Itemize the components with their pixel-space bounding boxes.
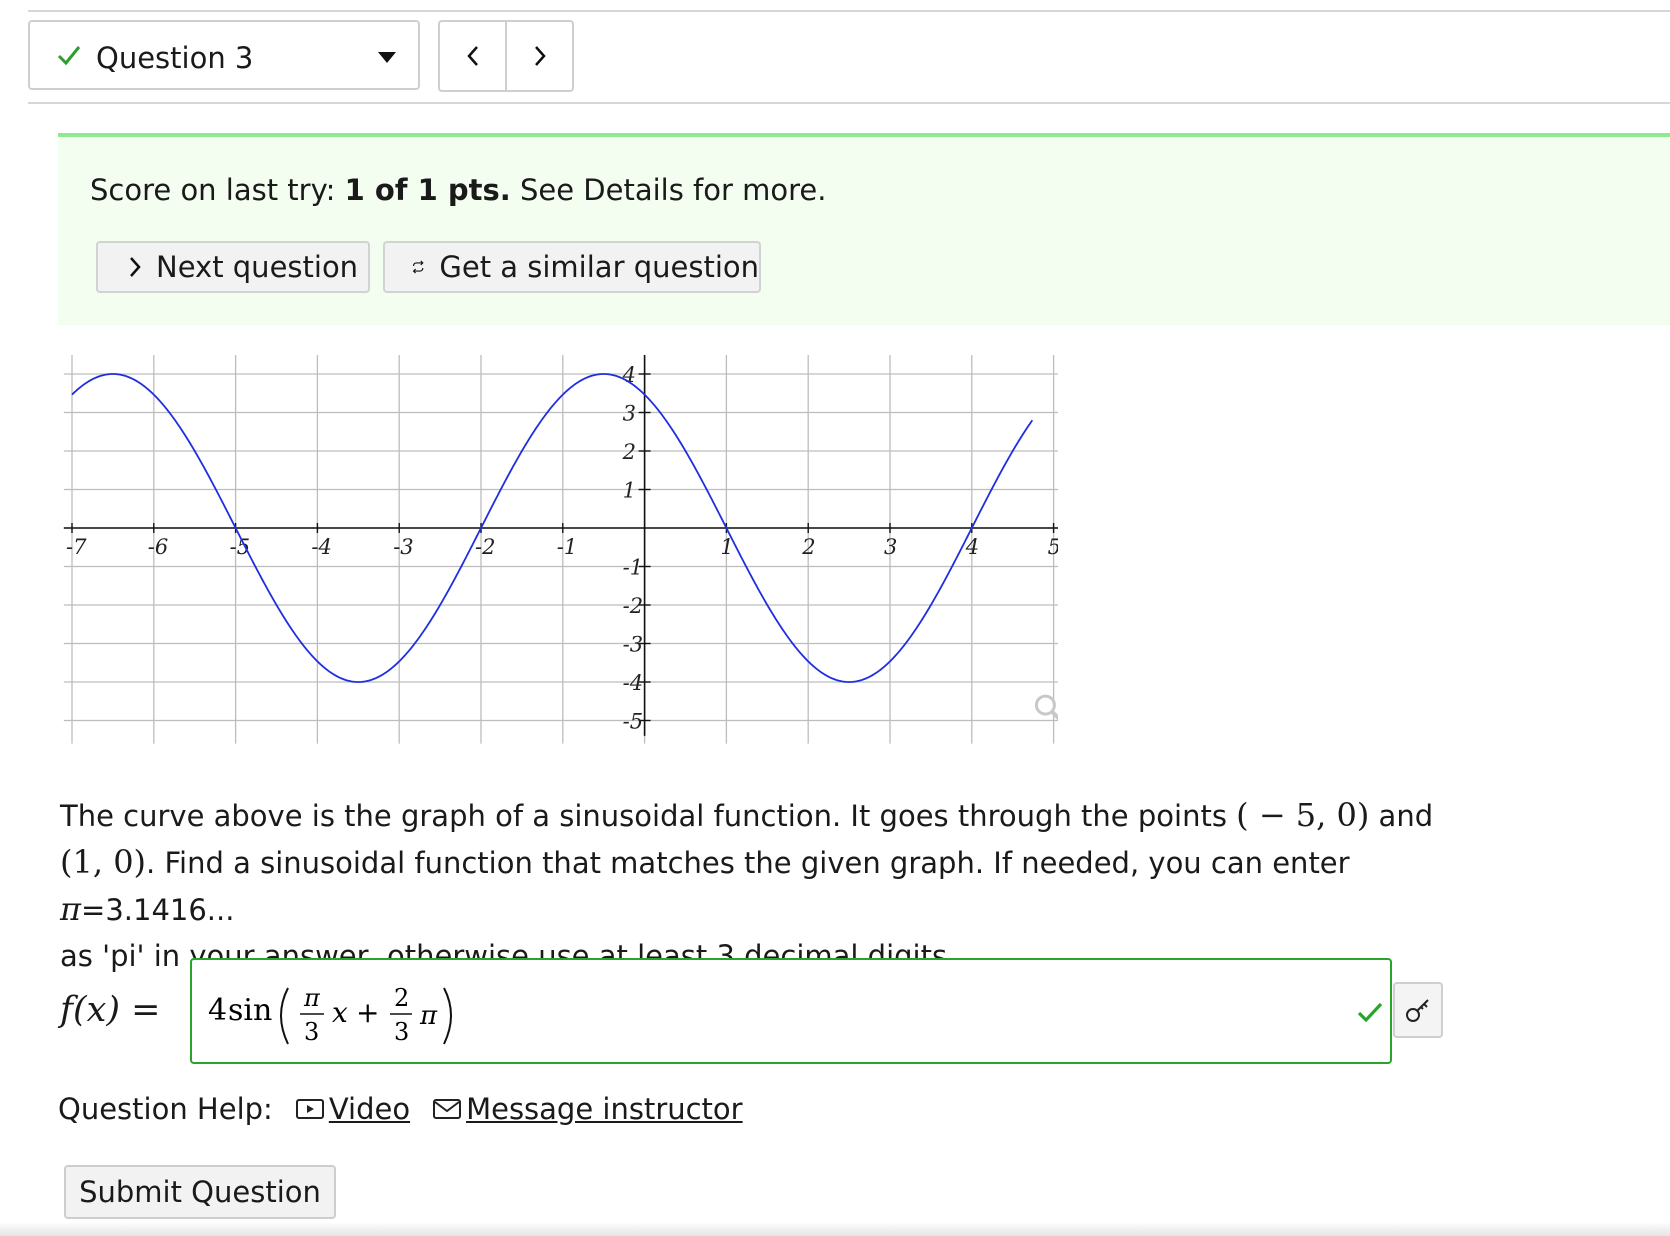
next-question-label: Next question [156, 250, 359, 284]
x-tick-label: -5 [230, 535, 250, 559]
next-question-nav-button[interactable] [505, 22, 572, 90]
message-instructor-label: Message instructor [466, 1092, 743, 1126]
question-select[interactable]: Question 3 [28, 20, 420, 90]
envelope-icon [433, 1099, 462, 1119]
video-icon [295, 1099, 324, 1119]
y-tick-label: -3 [623, 633, 643, 657]
caret-down-icon [378, 52, 396, 63]
x-tick-label: 5 [1048, 535, 1058, 559]
pi-term: π [419, 1001, 438, 1031]
x-tick-label: -7 [66, 535, 87, 559]
y-tick-label: -4 [623, 671, 643, 695]
point-2: (1, 0) [60, 843, 147, 881]
bottom-shadow [0, 1222, 1670, 1236]
x-tick-label: 3 [884, 535, 897, 559]
header-divider [28, 102, 1670, 104]
y-tick-label: -2 [623, 594, 643, 618]
check-icon [57, 46, 81, 66]
x-tick-label: -1 [557, 535, 577, 559]
score-panel: Score on last try: 1 of 1 pts. See Detai… [58, 133, 1670, 325]
pi-value: =3.1416... [81, 893, 235, 927]
fraction2-numerator: 2 [394, 984, 409, 1012]
message-instructor-link[interactable]: Message instructor [432, 1092, 743, 1126]
sin-function: sin [228, 993, 272, 1028]
similar-question-button[interactable]: Get a similar question [383, 241, 761, 293]
answer-input[interactable]: 4 sin π 3 x + 2 3 π [190, 958, 1392, 1064]
similar-question-label: Get a similar question [439, 250, 759, 284]
coefficient: 4 [208, 993, 227, 1028]
question-nav [438, 20, 574, 92]
function-label: f(x) = [60, 990, 160, 1030]
plus-sign: + [356, 996, 379, 1029]
submit-question-button[interactable]: Submit Question [64, 1165, 336, 1219]
score-suffix: See Details for more. [510, 173, 827, 207]
previous-question-button[interactable] [440, 22, 505, 90]
fraction2-denominator: 3 [394, 1018, 409, 1046]
question-text: The curve above is the graph of a sinuso… [60, 792, 1480, 979]
x-tick-label: -4 [311, 535, 331, 559]
x-tick-label: -6 [148, 535, 168, 559]
video-link[interactable]: Video [295, 1092, 410, 1126]
fraction1-denominator: 3 [304, 1018, 319, 1046]
chevron-right-icon [130, 257, 141, 277]
question-select-label: Question 3 [96, 41, 254, 75]
answer-expression: 4 sin π 3 x + 2 3 π [208, 984, 452, 1046]
y-tick-label: 4 [622, 363, 636, 387]
x-tick-label: -3 [393, 535, 413, 559]
question-help: Question Help: Video Message instructor [58, 1092, 743, 1126]
chevron-right-icon [534, 46, 546, 66]
pi-symbol: π [60, 890, 82, 928]
x-tick-label: 2 [801, 535, 815, 559]
score-value: 1 of 1 pts. [344, 173, 511, 207]
y-tick-label: 2 [622, 440, 636, 464]
top-divider [28, 10, 1670, 12]
y-tick-label: 3 [623, 402, 636, 426]
y-tick-label: -5 [623, 710, 643, 734]
question-help-label: Question Help: [58, 1092, 273, 1126]
question-and: and [1369, 799, 1434, 833]
submit-label: Submit Question [79, 1175, 321, 1209]
question-line1: The curve above is the graph of a sinuso… [60, 799, 1237, 833]
point-1: ( − 5, 0) [1236, 796, 1370, 834]
function-lhs: f(x) = [60, 990, 161, 1030]
question-line2: . Find a sinusoidal function that matche… [146, 846, 1350, 880]
score-prefix: Score on last try: [90, 173, 345, 207]
sinusoid-graph: -7-6-5-4-3-2-11234554321-1-2-3-4-5 [63, 355, 1058, 744]
correct-check-icon [1357, 1002, 1383, 1023]
magnifier-handle [1050, 709, 1058, 721]
y-tick-label: -1 [623, 556, 643, 580]
fraction1-numerator: π [303, 984, 321, 1012]
key-icon [1406, 999, 1429, 1022]
chevron-left-icon [466, 46, 478, 66]
variable-x: x [332, 996, 348, 1029]
next-question-button[interactable]: Next question [96, 241, 370, 293]
x-tick-label: -2 [475, 535, 495, 559]
refresh-icon [412, 260, 424, 274]
score-text: Score on last try: 1 of 1 pts. See Detai… [90, 173, 826, 207]
video-label: Video [328, 1092, 411, 1126]
y-tick-label: 1 [623, 479, 636, 503]
answer-key-button[interactable] [1393, 982, 1443, 1038]
